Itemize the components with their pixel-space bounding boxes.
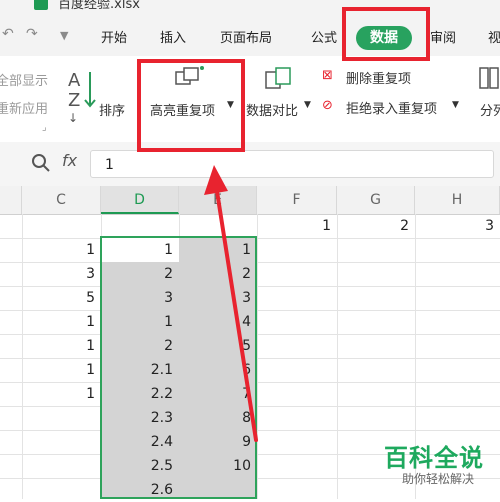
tab-insert[interactable]: 插入: [160, 14, 186, 56]
group-expand-icon[interactable]: ⌟: [42, 122, 47, 133]
delete-duplicates-icon: ⊠: [322, 68, 333, 83]
cell-c2[interactable]: 1: [22, 238, 101, 262]
tab-view[interactable]: 视: [488, 14, 500, 56]
column-header-g[interactable]: G: [337, 186, 415, 214]
annotation-box-data-tab: [342, 7, 430, 61]
cell-c3[interactable]: 3: [22, 262, 101, 286]
reapply-button[interactable]: 重新应用: [0, 98, 48, 117]
tab-start[interactable]: 开始: [101, 14, 127, 56]
annotation-box-highlight-dup: [137, 59, 245, 152]
spreadsheet-file-icon: [34, 0, 48, 10]
formula-input[interactable]: 1: [90, 150, 494, 178]
reject-duplicates-icon: ⊘: [322, 98, 333, 113]
cell-c4[interactable]: 5: [22, 286, 101, 310]
cell-c7[interactable]: 1: [22, 358, 101, 382]
fx-icon[interactable]: fx: [62, 151, 77, 170]
sort-icon[interactable]: A Z ↓: [64, 66, 98, 126]
annotation-arrow: [204, 165, 258, 442]
data-compare-icon: [265, 67, 291, 89]
cell-g1[interactable]: 2: [337, 214, 415, 238]
svg-text:Z: Z: [68, 90, 80, 111]
document-title: 百度经验.xlsx: [58, 0, 140, 12]
split-columns-button[interactable]: 分列: [480, 100, 500, 119]
tab-formula[interactable]: 公式: [311, 14, 337, 56]
sort-button[interactable]: 排序: [99, 100, 125, 119]
svg-text:↓: ↓: [68, 111, 78, 125]
row-header-corner[interactable]: [0, 186, 22, 214]
ribbon-toolbar: 全部显示 重新应用 ⌟ A Z ↓ 排序 高亮重复项 ▼ 数据对比 ▼ ⊠ 删除…: [0, 56, 500, 143]
quick-access-dropdown-icon[interactable]: ▼: [60, 29, 68, 42]
cell-h1[interactable]: 3: [415, 214, 500, 238]
zoom-search-icon[interactable]: [30, 152, 52, 174]
grid-line: [337, 214, 338, 499]
data-compare-button[interactable]: 数据对比: [246, 100, 298, 119]
svg-text:A: A: [68, 70, 81, 91]
column-header-d[interactable]: D: [101, 186, 179, 214]
column-header-c[interactable]: C: [22, 186, 101, 214]
watermark-subtitle: 助你轻松解决: [401, 472, 474, 486]
tab-review[interactable]: 审阅: [430, 14, 456, 56]
tab-page-layout[interactable]: 页面布局: [220, 14, 272, 56]
reject-duplicates-dropdown-icon[interactable]: ▼: [452, 100, 459, 110]
watermark-brand: 百科全说: [384, 444, 484, 472]
column-header-h[interactable]: H: [415, 186, 500, 214]
cell-c8[interactable]: 1: [22, 382, 101, 406]
split-columns-icon: [479, 67, 499, 89]
delete-duplicates-button[interactable]: 删除重复项: [346, 68, 411, 87]
show-all-button[interactable]: 全部显示: [0, 70, 48, 89]
undo-icon[interactable]: ↶: [2, 26, 14, 42]
data-compare-dropdown-icon[interactable]: ▼: [304, 100, 311, 110]
redo-icon[interactable]: ↷: [26, 26, 38, 42]
cell-c5[interactable]: 1: [22, 310, 101, 334]
reject-duplicates-button[interactable]: 拒绝录入重复项: [346, 98, 437, 117]
cell-c6[interactable]: 1: [22, 334, 101, 358]
watermark-logo: 百科全说 助你轻松解决: [356, 434, 500, 499]
